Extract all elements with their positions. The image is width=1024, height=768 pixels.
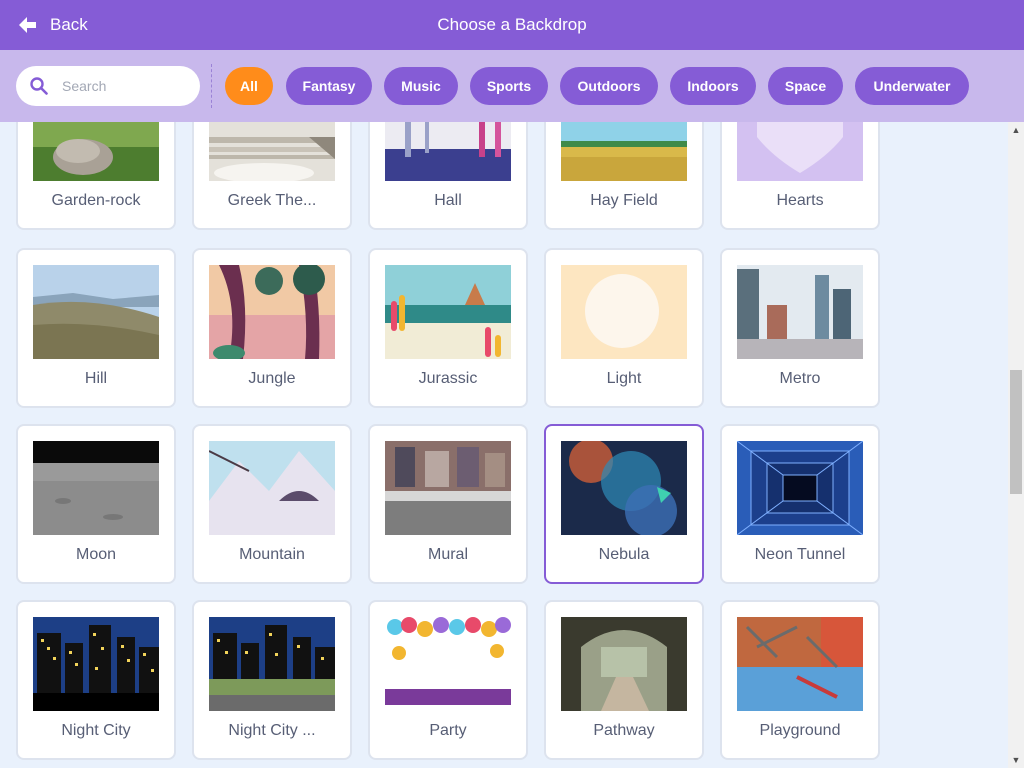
backdrop-label: Hill — [84, 370, 108, 387]
backdrop-label: Light — [606, 370, 642, 387]
backdrop-tile-night-city-street[interactable]: Night City ... — [192, 600, 352, 760]
filter-bar: All Fantasy Music Sports Outdoors Indoor… — [0, 50, 1024, 122]
backdrop-thumbnail — [209, 617, 335, 711]
backdrop-label: Metro — [779, 370, 821, 387]
backdrop-thumbnail — [737, 122, 863, 181]
header-bar: Back Choose a Backdrop — [0, 0, 1024, 50]
backdrop-label: Jurassic — [418, 370, 478, 387]
scrollbar-thumb[interactable] — [1010, 370, 1022, 494]
backdrop-thumbnail — [385, 265, 511, 359]
filter-divider — [211, 64, 212, 108]
search-box[interactable] — [16, 66, 200, 106]
filter-tag-space[interactable]: Space — [768, 67, 843, 105]
backdrop-label: Party — [429, 722, 467, 739]
backdrop-label: Hearts — [776, 192, 824, 209]
backdrop-label: Nebula — [598, 546, 650, 563]
backdrop-thumbnail — [561, 122, 687, 181]
backdrop-thumbnail — [33, 265, 159, 359]
backdrop-thumbnail — [561, 265, 687, 359]
backdrop-thumbnail — [209, 122, 335, 181]
search-icon — [30, 77, 48, 95]
backdrop-tile-light[interactable]: Light — [544, 248, 704, 408]
scroll-down-arrow-icon[interactable]: ▼ — [1008, 752, 1024, 768]
backdrop-label: Mountain — [239, 546, 305, 563]
backdrop-label: Greek The... — [227, 192, 317, 209]
filter-tag-sports[interactable]: Sports — [470, 67, 548, 105]
backdrop-label: Jungle — [248, 370, 296, 387]
backdrop-label: Moon — [75, 546, 117, 563]
backdrop-thumbnail — [209, 265, 335, 359]
backdrop-thumbnail — [737, 441, 863, 535]
filter-tag-all[interactable]: All — [225, 67, 273, 105]
backdrop-tile-playground[interactable]: Playground — [720, 600, 880, 760]
backdrop-tile-metro[interactable]: Metro — [720, 248, 880, 408]
backdrop-grid: Garden-rock Greek The... Hall Hay Field … — [0, 122, 1008, 768]
backdrop-thumbnail — [561, 617, 687, 711]
search-input[interactable] — [62, 78, 182, 94]
backdrop-tile-pathway[interactable]: Pathway — [544, 600, 704, 760]
backdrop-tile-hall[interactable]: Hall — [368, 122, 528, 230]
filter-tag-music[interactable]: Music — [384, 67, 458, 105]
backdrop-label: Mural — [427, 546, 468, 563]
backdrop-thumbnail — [33, 122, 159, 181]
back-label: Back — [50, 15, 88, 34]
filter-tag-indoors[interactable]: Indoors — [670, 67, 756, 105]
backdrop-thumbnail — [737, 617, 863, 711]
backdrop-label: Night City — [61, 722, 131, 739]
backdrop-tile-hill[interactable]: Hill — [16, 248, 176, 408]
backdrop-label: Hall — [434, 192, 462, 209]
backdrop-label: Playground — [759, 722, 841, 739]
backdrop-tile-hay-field[interactable]: Hay Field — [544, 122, 704, 230]
backdrop-tile-garden-rock[interactable]: Garden-rock — [16, 122, 176, 230]
backdrop-tile-greek-theater[interactable]: Greek The... — [192, 122, 352, 230]
backdrop-thumbnail — [385, 122, 511, 181]
backdrop-tile-neon-tunnel[interactable]: Neon Tunnel — [720, 424, 880, 584]
scroll-up-arrow-icon[interactable]: ▲ — [1008, 122, 1024, 138]
backdrop-thumbnail — [33, 617, 159, 711]
filter-tag-underwater[interactable]: Underwater — [855, 67, 969, 105]
backdrop-tile-mural[interactable]: Mural — [368, 424, 528, 584]
backdrop-tile-night-city[interactable]: Night City — [16, 600, 176, 760]
backdrop-tile-party[interactable]: Party — [368, 600, 528, 760]
backdrop-thumbnail — [561, 441, 687, 535]
filter-tag-outdoors[interactable]: Outdoors — [560, 67, 658, 105]
backdrop-thumbnail — [737, 265, 863, 359]
backdrop-tile-hearts[interactable]: Hearts — [720, 122, 880, 230]
backdrop-label: Night City ... — [228, 722, 316, 739]
backdrop-thumbnail — [33, 441, 159, 535]
backdrop-tile-moon[interactable]: Moon — [16, 424, 176, 584]
backdrop-tile-mountain[interactable]: Mountain — [192, 424, 352, 584]
backdrop-thumbnail — [385, 441, 511, 535]
backdrop-tile-nebula[interactable]: Nebula — [544, 424, 704, 584]
grid-scrollbar[interactable]: ▲ ▼ — [1008, 122, 1024, 768]
backdrop-thumbnail — [385, 617, 511, 711]
backdrop-label: Hay Field — [590, 192, 658, 209]
arrow-left-icon — [19, 17, 36, 33]
backdrop-label: Pathway — [593, 722, 655, 739]
back-button[interactable]: Back — [18, 0, 88, 50]
filter-tag-fantasy[interactable]: Fantasy — [286, 67, 372, 105]
backdrop-thumbnail — [209, 441, 335, 535]
page-title: Choose a Backdrop — [437, 15, 587, 34]
backdrop-tile-jurassic[interactable]: Jurassic — [368, 248, 528, 408]
backdrop-label: Neon Tunnel — [754, 546, 846, 563]
backdrop-tile-jungle[interactable]: Jungle — [192, 248, 352, 408]
backdrop-label: Garden-rock — [51, 192, 141, 209]
